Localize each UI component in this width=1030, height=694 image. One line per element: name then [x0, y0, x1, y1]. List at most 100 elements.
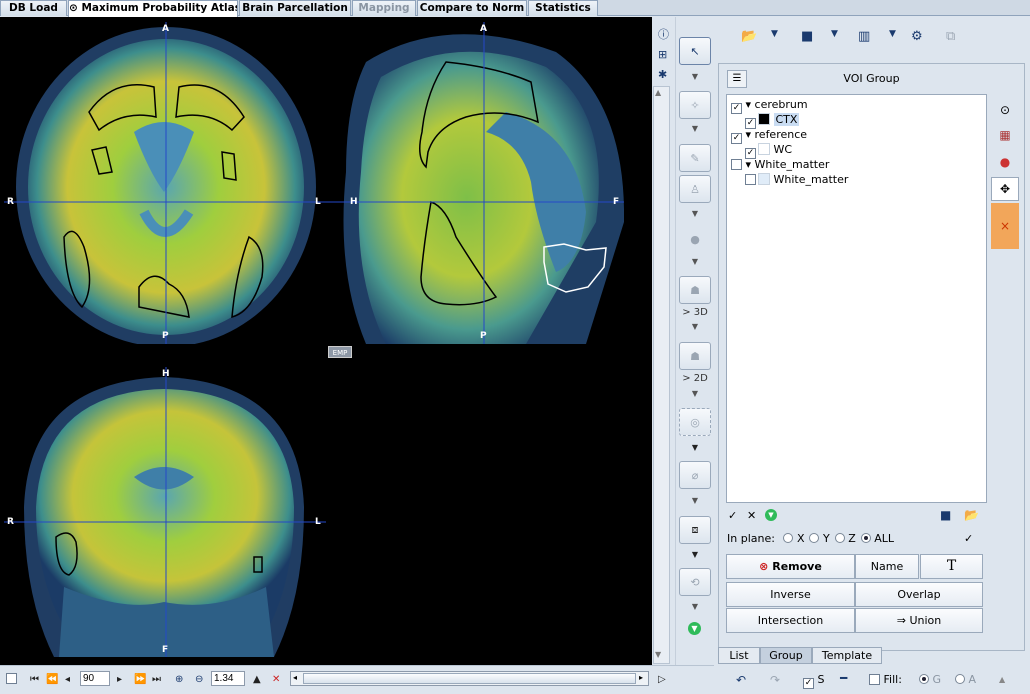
- eraser-button[interactable]: ⌀: [679, 461, 711, 489]
- transform-button[interactable]: ⟲: [679, 568, 711, 596]
- remove-button[interactable]: ⊗ Remove: [726, 554, 855, 579]
- in-plane-radio-y[interactable]: Y: [809, 532, 830, 545]
- voi-color-swatch[interactable]: [758, 173, 770, 185]
- fill-checkbox[interactable]: Fill:: [869, 673, 902, 686]
- text-button[interactable]: T: [920, 554, 983, 579]
- info-icon[interactable]: ⓘ: [658, 26, 669, 42]
- intersection-button[interactable]: Intersection: [726, 608, 855, 633]
- voi-row[interactable]: White_matter: [745, 172, 848, 187]
- chevron-down-icon[interactable]: ▼: [690, 443, 700, 452]
- isocontour-button[interactable]: ◎: [679, 408, 711, 436]
- magic-wand-button[interactable]: ✧: [679, 91, 711, 119]
- statistics-icon[interactable]: ▥: [858, 29, 870, 44]
- reset-zoom-icon[interactable]: ✕: [272, 674, 280, 685]
- voi-row[interactable]: ✓ WC: [745, 142, 792, 159]
- ellipse-tool-button[interactable]: ●: [679, 225, 711, 253]
- tab-maximum-probability-atlas[interactable]: ⊙ Maximum Probability Atlas: [68, 0, 238, 17]
- chevron-up-icon[interactable]: ▲: [999, 675, 1005, 684]
- voi-checkbox[interactable]: [745, 174, 756, 185]
- export-icon[interactable]: ⧉: [946, 29, 955, 44]
- colors-icon[interactable]: ●: [991, 150, 1019, 174]
- accept-icon[interactable]: ✓: [964, 532, 973, 545]
- voi-checkbox[interactable]: ✓: [731, 133, 742, 144]
- voi-color-swatch[interactable]: [758, 143, 770, 155]
- scroll-right-icon[interactable]: ▸: [639, 673, 643, 682]
- scroll-up-icon[interactable]: ▲: [655, 88, 661, 97]
- expand-toggle-icon[interactable]: ▾: [742, 128, 755, 141]
- expand-toggle-icon[interactable]: ▾: [742, 98, 755, 111]
- chevron-up-icon[interactable]: ▲: [253, 674, 261, 685]
- emp-badge[interactable]: EMP: [328, 346, 352, 358]
- union-button[interactable]: ⇒ Union: [855, 608, 983, 633]
- expand-down-icon[interactable]: ▼: [688, 622, 701, 635]
- g-radio[interactable]: G: [919, 673, 941, 686]
- tab-db-load[interactable]: DB Load: [0, 0, 67, 16]
- pencil-tool-button[interactable]: ✎: [679, 144, 711, 172]
- chevron-down-icon[interactable]: ▼: [690, 496, 700, 505]
- step-back-icon[interactable]: ◂: [65, 674, 70, 685]
- tab-mapping[interactable]: Mapping: [352, 0, 416, 16]
- voi-color-swatch[interactable]: [758, 113, 770, 125]
- voi-row[interactable]: ✓ CTX: [745, 112, 800, 129]
- inverse-button[interactable]: Inverse: [726, 582, 855, 607]
- expand-toggle-icon[interactable]: ▾: [742, 158, 755, 171]
- voi-group-row[interactable]: ✓ ▾ cerebrum: [731, 97, 808, 114]
- in-plane-radio-x[interactable]: X: [783, 532, 804, 545]
- fast-forward-icon[interactable]: ⏩: [134, 674, 146, 685]
- scroll-left-icon[interactable]: ◂: [293, 673, 297, 682]
- last-slice-icon[interactable]: ⏭: [152, 674, 161, 685]
- voi-checkbox[interactable]: ✓: [731, 103, 742, 114]
- save-icon[interactable]: ■: [801, 29, 813, 44]
- pointer-tool-button[interactable]: ↖: [679, 37, 711, 65]
- a-radio[interactable]: A: [955, 673, 976, 686]
- fast-back-icon[interactable]: ⏪: [46, 674, 58, 685]
- accept-icon[interactable]: ✓: [728, 509, 737, 522]
- slice-scrollbar[interactable]: ◂ ▸: [290, 671, 649, 686]
- scroll-thumb[interactable]: [303, 673, 636, 684]
- redo-icon[interactable]: ↷: [770, 673, 780, 687]
- open-folder-icon[interactable]: 📂: [741, 29, 757, 44]
- chevron-down-icon[interactable]: ▼: [690, 389, 700, 398]
- settings-icon[interactable]: ⚙: [911, 29, 923, 44]
- minus-icon[interactable]: ━: [840, 671, 847, 685]
- tab-compare-to-norm[interactable]: Compare to Norm: [417, 0, 527, 16]
- overlap-button[interactable]: Overlap: [855, 582, 983, 607]
- chevron-down-icon[interactable]: ▼: [889, 29, 896, 39]
- zoom-in-icon[interactable]: ⊕: [175, 674, 183, 685]
- voi-group-row[interactable]: ✓ ▾ reference: [731, 127, 807, 144]
- chevron-down-icon[interactable]: ▼: [690, 550, 700, 559]
- in-plane-radio-z[interactable]: Z: [834, 532, 856, 545]
- move-voi-icon[interactable]: ✥: [991, 177, 1019, 201]
- chevron-down-icon[interactable]: ▼: [690, 602, 700, 611]
- s-checkbox[interactable]: ✓ S: [803, 673, 824, 689]
- voi-tree[interactable]: ✓ ▾ cerebrum ✓ CTX ✓ ▾ reference ✓ WC ▾ Whi…: [726, 94, 987, 503]
- 2d-region-button[interactable]: ☗: [679, 342, 711, 370]
- scroll-down-icon[interactable]: ▼: [655, 650, 661, 659]
- name-button[interactable]: Name: [855, 554, 919, 579]
- layout-icon[interactable]: ⊞: [658, 48, 667, 61]
- undo-icon[interactable]: ↶: [736, 673, 746, 687]
- delete-voi-icon[interactable]: ×: [991, 203, 1019, 249]
- tab-group[interactable]: Group: [760, 647, 812, 664]
- brush-tool-button[interactable]: ♙: [679, 175, 711, 203]
- chevron-down-icon[interactable]: ▼: [690, 322, 700, 331]
- chevron-down-icon[interactable]: ▼: [690, 257, 700, 266]
- tab-list[interactable]: List: [718, 647, 760, 664]
- 3d-box-button[interactable]: ⧈: [679, 516, 711, 544]
- coronal-view[interactable]: H F R L: [4, 367, 326, 657]
- chevron-down-icon[interactable]: ▼: [690, 72, 700, 81]
- voi-group-row[interactable]: ▾ White_matter: [731, 157, 829, 172]
- 3d-region-button[interactable]: ☗: [679, 276, 711, 304]
- palette-icon[interactable]: ▦: [991, 123, 1019, 147]
- tab-template[interactable]: Template: [812, 647, 882, 664]
- zoom-out-icon[interactable]: ⊖: [195, 674, 203, 685]
- chevron-down-icon[interactable]: ▼: [690, 209, 700, 218]
- slice-input[interactable]: [80, 671, 110, 686]
- chevron-down-icon[interactable]: ▼: [771, 29, 778, 39]
- cine-icon[interactable]: ▷: [658, 674, 666, 685]
- first-slice-icon[interactable]: ⏮: [30, 674, 39, 685]
- save-icon[interactable]: ■: [940, 508, 951, 522]
- sync-checkbox[interactable]: [6, 673, 17, 684]
- sagittal-view[interactable]: A P H F: [326, 22, 624, 344]
- tab-statistics[interactable]: Statistics: [528, 0, 598, 16]
